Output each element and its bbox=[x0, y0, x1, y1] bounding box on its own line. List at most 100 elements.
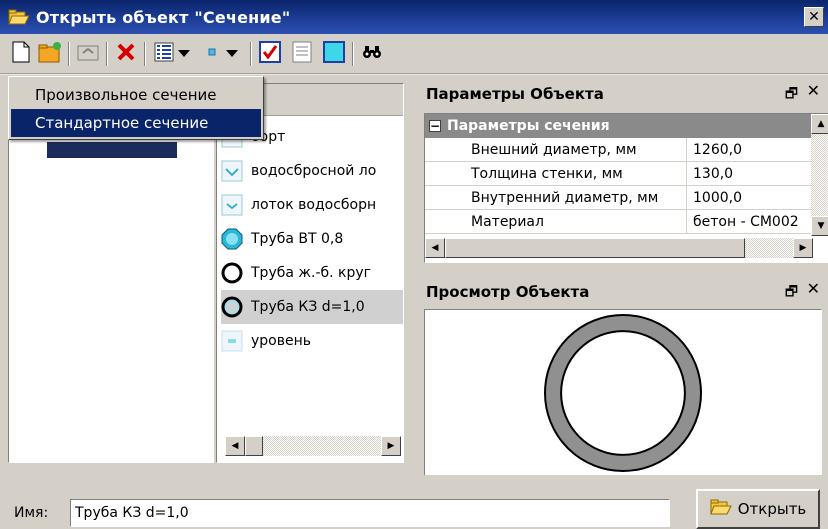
list-item-label: Труба КЗ d=1,0 bbox=[251, 299, 365, 315]
bottom-bar: Имя: Открыть bbox=[0, 475, 828, 529]
object-list[interactable]: борт водосбросной ло лоток водосборн Тру… bbox=[216, 83, 404, 463]
close-button[interactable]: ✕ bbox=[804, 7, 824, 27]
collapse-icon[interactable]: − bbox=[429, 120, 441, 132]
list-item[interactable]: Труба ж.-б. круг bbox=[221, 256, 403, 290]
find-button[interactable] bbox=[358, 40, 386, 68]
toolbar bbox=[0, 34, 828, 74]
property-label: Внешний диаметр, мм bbox=[425, 138, 687, 161]
pipe-inner-bore bbox=[560, 330, 686, 456]
scroll-thumb[interactable] bbox=[445, 238, 745, 258]
list-item[interactable]: Труба ВТ 0,8 bbox=[221, 222, 403, 256]
property-grid[interactable]: − Параметры сечения Внешний диаметр, мм … bbox=[424, 113, 828, 263]
panel-close-icon[interactable]: ✕ bbox=[807, 279, 820, 298]
list-item[interactable]: водосбросной ло bbox=[221, 154, 403, 188]
new-document-icon bbox=[12, 41, 30, 67]
toolbar-separator bbox=[106, 42, 108, 66]
property-row[interactable]: Материал бетон - СМ002 bbox=[425, 210, 813, 234]
menu-item-standard-section[interactable]: Стандартное сечение bbox=[11, 109, 261, 137]
new-document-button[interactable] bbox=[8, 40, 34, 68]
list-horizontal-scrollbar[interactable]: ◀ ▶ bbox=[225, 436, 401, 456]
delete-icon bbox=[116, 42, 136, 66]
property-label: Внутренний диаметр, мм bbox=[425, 186, 687, 209]
scroll-track[interactable] bbox=[745, 238, 793, 258]
pipe-ring-icon bbox=[221, 296, 243, 318]
grid-vertical-scrollbar[interactable]: ▲ ▼ bbox=[811, 114, 828, 236]
checkbox-checked-icon bbox=[259, 41, 281, 67]
property-label: Материал bbox=[425, 210, 687, 233]
property-group-header[interactable]: − Параметры сечения bbox=[425, 114, 813, 138]
icon-size-dropdown[interactable] bbox=[200, 40, 244, 68]
folder-tree[interactable] bbox=[8, 83, 214, 463]
list-item-selected[interactable]: Труба КЗ d=1,0 bbox=[221, 290, 403, 324]
property-value[interactable]: бетон - СМ002 bbox=[687, 210, 813, 233]
property-value[interactable]: 130,0 bbox=[687, 162, 813, 185]
toolbar-separator bbox=[68, 42, 70, 66]
list-item-label: Труба ВТ 0,8 bbox=[251, 231, 344, 247]
list-item-label: водосбросной ло bbox=[251, 163, 377, 179]
tray-icon bbox=[221, 194, 243, 216]
binoculars-icon bbox=[362, 44, 382, 64]
toolbar-separator bbox=[144, 42, 146, 66]
property-value[interactable]: 1260,0 bbox=[687, 138, 813, 161]
scroll-thumb[interactable] bbox=[245, 436, 263, 456]
list-item-label: уровень bbox=[251, 333, 312, 349]
panel-close-icon[interactable]: ✕ bbox=[807, 81, 820, 100]
property-row[interactable]: Толщина стенки, мм 130,0 bbox=[425, 162, 813, 186]
small-icon bbox=[206, 46, 218, 62]
chevron-down-icon bbox=[178, 46, 190, 62]
pipe-ring-icon bbox=[221, 262, 243, 284]
up-level-button[interactable] bbox=[74, 40, 102, 68]
name-field[interactable] bbox=[70, 499, 670, 527]
property-value[interactable]: 1000,0 bbox=[687, 186, 813, 209]
checkbox-toggle-button[interactable] bbox=[256, 40, 284, 68]
level-icon bbox=[221, 330, 243, 352]
preview-panel-icon bbox=[323, 41, 345, 67]
pin-icon[interactable]: 🗗 bbox=[785, 83, 798, 107]
preview-panel: Просмотр Объекта 🗗 ✕ bbox=[418, 273, 828, 477]
delete-button[interactable] bbox=[112, 40, 140, 68]
scroll-up-button[interactable]: ▲ bbox=[811, 114, 828, 134]
view-mode-dropdown[interactable] bbox=[150, 40, 194, 68]
toolbar-separator bbox=[352, 42, 354, 66]
preview-canvas bbox=[424, 309, 822, 477]
folder-open-icon bbox=[709, 498, 732, 520]
preview-toggle-button[interactable] bbox=[320, 40, 348, 68]
chevron-down-icon bbox=[226, 46, 238, 62]
pin-icon[interactable]: 🗗 bbox=[785, 281, 798, 305]
property-group-label: Параметры сечения bbox=[447, 118, 610, 134]
open-button[interactable]: Открыть bbox=[696, 489, 820, 529]
details-view-icon bbox=[154, 42, 174, 66]
preview-title: Просмотр Объекта bbox=[426, 283, 590, 301]
toolbar-separator bbox=[250, 42, 252, 66]
property-row[interactable]: Внешний диаметр, мм 1260,0 bbox=[425, 138, 813, 162]
new-folder-button[interactable] bbox=[36, 40, 64, 68]
menu-item-custom-section[interactable]: Произвольное сечение bbox=[11, 81, 261, 109]
new-folder-icon bbox=[38, 41, 62, 67]
scroll-right-button[interactable]: ▶ bbox=[381, 436, 401, 456]
name-label: Имя: bbox=[14, 505, 49, 521]
tray-icon bbox=[221, 160, 243, 182]
up-level-icon bbox=[77, 42, 99, 66]
scroll-track[interactable] bbox=[811, 134, 828, 216]
list-item[interactable]: лоток водосборн bbox=[221, 188, 403, 222]
scroll-track[interactable] bbox=[263, 436, 381, 456]
scroll-left-button[interactable]: ◀ bbox=[225, 436, 245, 456]
scroll-right-button[interactable]: ▶ bbox=[793, 238, 813, 258]
grid-horizontal-scrollbar[interactable]: ◀ ▶ bbox=[425, 238, 813, 258]
list-item[interactable]: уровень bbox=[221, 324, 403, 358]
scroll-left-button[interactable]: ◀ bbox=[425, 238, 445, 258]
properties-button[interactable] bbox=[288, 40, 316, 68]
window-title: Открыть объект "Сечение" bbox=[36, 7, 291, 27]
tree-selected-item[interactable] bbox=[47, 142, 177, 158]
property-row[interactable]: Внутренний диаметр, мм 1000,0 bbox=[425, 186, 813, 210]
list-item-label: Труба ж.-б. круг bbox=[251, 265, 372, 281]
title-bar: Открыть объект "Сечение" ✕ bbox=[0, 0, 828, 34]
pipe-cyan-icon bbox=[221, 228, 243, 250]
scroll-down-button[interactable]: ▼ bbox=[811, 216, 828, 236]
params-panel: Параметры Объекта 🗗 ✕ − Параметры сечени… bbox=[418, 75, 828, 265]
list-item-label: лоток водосборн bbox=[251, 197, 377, 213]
document-lines-icon bbox=[292, 41, 312, 67]
pipe-section-drawing bbox=[544, 314, 702, 472]
params-title: Параметры Объекта bbox=[426, 85, 604, 103]
property-label: Толщина стенки, мм bbox=[425, 162, 687, 185]
